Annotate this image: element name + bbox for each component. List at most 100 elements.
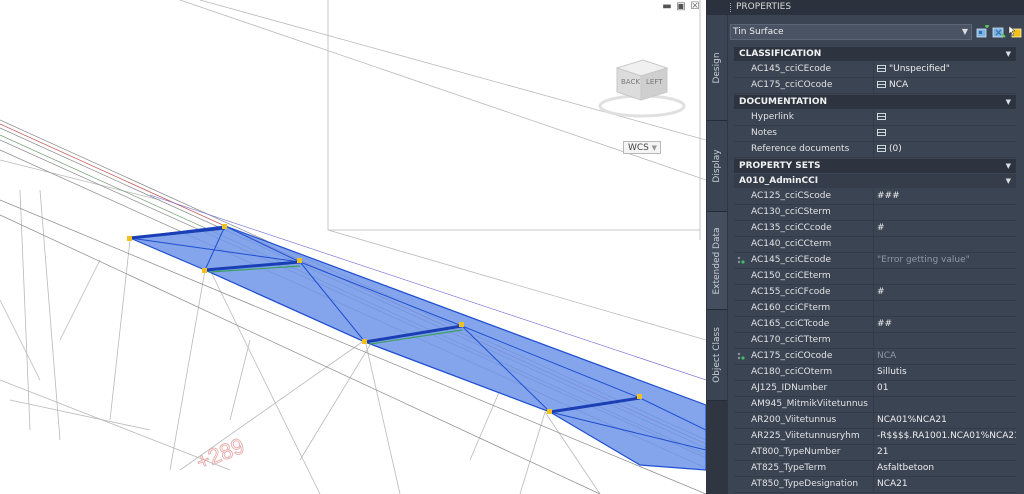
property-name: AC145_cciCEcode	[751, 64, 832, 74]
object-type-value: Tin Surface	[733, 27, 784, 37]
property-row[interactable]: AT850_TypeDesignation NCA21	[734, 477, 1016, 493]
property-value[interactable]: #	[873, 221, 1016, 236]
palette-title-bar[interactable]: PROPERTIES	[706, 0, 1024, 15]
property-row[interactable]: AC155_cciCFcode #	[734, 285, 1016, 301]
property-row[interactable]: AC170_cciCTterm	[734, 333, 1016, 349]
property-row[interactable]: Reference documents (0)	[734, 142, 1016, 158]
tab-display[interactable]: Display	[707, 121, 727, 212]
quick-select-icon[interactable]	[992, 25, 1006, 39]
property-value[interactable]: "Unspecified"	[873, 62, 1016, 77]
sync-status-icon[interactable]	[737, 352, 745, 361]
section-property-sets[interactable]: PROPERTY SETS ▼	[734, 159, 1016, 174]
table-icon	[877, 65, 886, 72]
property-name: AC180_cciCOterm	[751, 367, 833, 377]
section-documentation[interactable]: DOCUMENTATION ▼	[734, 95, 1016, 110]
tab-object-class-label: Object Class	[712, 327, 722, 383]
section-property-sets-title: PROPERTY SETS	[739, 161, 821, 171]
property-value[interactable]	[873, 237, 1016, 252]
ucs-menu[interactable]: WCS ▼	[623, 141, 661, 154]
maximize-icon[interactable]: ▣	[676, 2, 686, 12]
tab-object-class[interactable]: Object Class	[707, 310, 727, 401]
property-value[interactable]	[873, 269, 1016, 284]
grip-icon[interactable]	[730, 3, 733, 12]
section-classification[interactable]: CLASSIFICATION ▼	[734, 47, 1016, 62]
property-value[interactable]	[873, 205, 1016, 220]
property-value[interactable]	[873, 126, 1016, 141]
select-objects-icon[interactable]	[1008, 25, 1022, 39]
property-row[interactable]: AC175_cciCOcode NCA	[734, 349, 1016, 365]
tab-extended-data-label: Extended Data	[712, 226, 722, 295]
property-row[interactable]: AC135_cciCCcode #	[734, 221, 1016, 237]
property-value[interactable]: (0)	[873, 142, 1016, 157]
property-value[interactable]: NCA21	[873, 477, 1016, 492]
close-icon[interactable]: ☒	[690, 2, 700, 12]
property-value[interactable]: NCA01%NCA21	[873, 413, 1016, 428]
property-row[interactable]: AC125_cciCScode ###	[734, 189, 1016, 205]
add-to-selection-icon[interactable]	[976, 25, 990, 39]
table-icon	[877, 145, 886, 152]
property-value[interactable]: -R$$$$.RA1001.NCA01%NCA21	[873, 429, 1016, 444]
property-row[interactable]: AJ125_IDNumber 01	[734, 381, 1016, 397]
restore-icon[interactable]: ▬	[662, 2, 672, 12]
viewcube-back-label: BACK	[621, 78, 640, 86]
property-value[interactable]: Asfaltbetoon	[873, 461, 1016, 476]
object-type-select[interactable]: Tin Surface ▼	[730, 24, 972, 40]
property-row[interactable]: AC150_cciCEterm	[734, 269, 1016, 285]
property-name: AC125_cciCScode	[751, 191, 832, 201]
property-value[interactable]: ###	[873, 189, 1016, 204]
viewcube[interactable]: BACK LEFT	[595, 50, 690, 120]
property-name: AJ125_IDNumber	[751, 383, 828, 393]
property-row[interactable]: Notes	[734, 126, 1016, 142]
section-classification-title: CLASSIFICATION	[739, 49, 822, 59]
property-row[interactable]: AC175_cciCOcode NCA	[734, 78, 1016, 94]
property-row[interactable]: AC180_cciCOterm Sillutis	[734, 365, 1016, 381]
chevron-down-icon: ▼	[1005, 177, 1011, 185]
property-value[interactable]: 01	[873, 381, 1016, 396]
property-value[interactable]: NCA	[873, 78, 1016, 93]
tab-extended-data[interactable]: Extended Data	[707, 212, 727, 310]
property-row[interactable]: AC145_cciCEcode "Error getting value"	[734, 253, 1016, 269]
property-name: AC160_cciCFterm	[751, 303, 831, 313]
property-row[interactable]: AC160_cciCFterm	[734, 301, 1016, 317]
property-value[interactable]	[873, 397, 1016, 412]
section-documentation-title: DOCUMENTATION	[739, 97, 828, 107]
property-value[interactable]: Sillutis	[873, 365, 1016, 380]
properties-grid: CLASSIFICATION ▼ AC145_cciCEcode "Unspec…	[734, 47, 1016, 493]
property-row[interactable]: AC140_cciCCterm	[734, 237, 1016, 253]
property-value[interactable]: 21	[873, 445, 1016, 460]
table-icon	[877, 113, 886, 120]
property-row[interactable]: Hyperlink	[734, 110, 1016, 126]
property-value[interactable]	[873, 333, 1016, 348]
property-value[interactable]: NCA	[873, 349, 1016, 364]
property-name: Hyperlink	[751, 112, 794, 122]
property-value[interactable]: ##	[873, 317, 1016, 332]
property-name: AC175_cciCOcode	[751, 351, 833, 361]
property-name: AC175_cciCOcode	[751, 80, 833, 90]
drawing-viewport[interactable]: +289 ▬ ▣ ☒ BACK LEFT WCS ▼	[0, 0, 706, 494]
property-value[interactable]: #	[873, 285, 1016, 300]
property-row[interactable]: AR225_Viitetunnusryhm -R$$$$.RA1001.NCA0…	[734, 429, 1016, 445]
property-row[interactable]: AT825_TypeTerm Asfaltbetoon	[734, 461, 1016, 477]
property-name: AT800_TypeNumber	[751, 447, 841, 457]
sync-status-icon[interactable]	[737, 256, 745, 265]
tin-surface-face[interactable]	[127, 225, 706, 471]
property-row[interactable]: AT800_TypeNumber 21	[734, 445, 1016, 461]
property-value[interactable]	[873, 110, 1016, 125]
property-set-group[interactable]: A010_AdminCCI ▼	[734, 174, 1016, 189]
property-value[interactable]	[873, 301, 1016, 316]
property-value-text: (0)	[889, 144, 902, 154]
property-name: AC130_cciCSterm	[751, 207, 831, 217]
ucs-label: WCS	[628, 143, 649, 153]
property-name: AC155_cciCFcode	[751, 287, 831, 297]
property-row[interactable]: AC130_cciCSterm	[734, 205, 1016, 221]
property-row[interactable]: AC165_cciCTcode ##	[734, 317, 1016, 333]
property-row[interactable]: AR200_Viitetunnus NCA01%NCA21	[734, 413, 1016, 429]
property-name: AC135_cciCCcode	[751, 223, 832, 233]
tab-design[interactable]: Design	[707, 15, 727, 121]
property-row[interactable]: AM945_MitmikViitetunnus	[734, 397, 1016, 413]
property-name: AT850_TypeDesignation	[751, 479, 859, 489]
property-row[interactable]: AC145_cciCEcode "Unspecified"	[734, 62, 1016, 78]
properties-palette: PROPERTIES Design Display Extended Data …	[706, 0, 1024, 494]
property-name: AC145_cciCEcode	[751, 255, 832, 265]
property-value[interactable]: "Error getting value"	[873, 253, 1016, 268]
